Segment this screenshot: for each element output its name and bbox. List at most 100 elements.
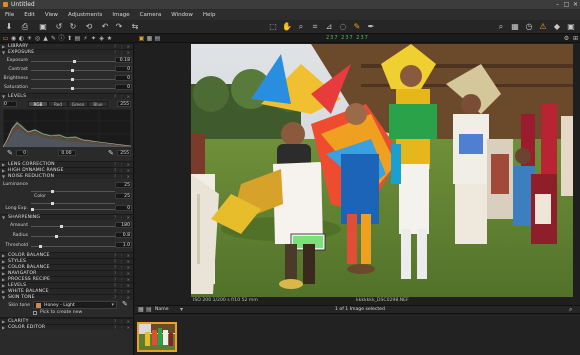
style-tab-icon[interactable]: ◈	[98, 35, 105, 42]
exposure-tab-icon[interactable]: ☀	[26, 35, 33, 42]
tab-levels-red[interactable]: Red	[48, 101, 68, 107]
section-tools-icon[interactable]: ? ⋮ ✕	[114, 174, 131, 180]
menu-adjustments[interactable]: Adjustments	[68, 12, 102, 18]
section-tools-icon[interactable]: ? ⋮ ✕	[114, 325, 131, 331]
minimize-icon[interactable]: –	[553, 1, 562, 9]
reset-icon[interactable]: ⟲	[84, 22, 94, 32]
slider-knob[interactable]	[51, 190, 54, 193]
amount-value-field[interactable]: 180	[115, 222, 132, 228]
luminance-value-field[interactable]: 25	[115, 182, 132, 188]
menu-image[interactable]: Image	[112, 12, 129, 18]
menu-edit[interactable]: Edit	[24, 12, 35, 18]
warning-icon[interactable]: ⚠	[538, 22, 548, 32]
crop-tool-icon[interactable]: ⌗	[310, 22, 320, 32]
straighten-tool-icon[interactable]: ⊿	[324, 22, 334, 32]
camera-tab-icon[interactable]: ◉	[10, 35, 17, 42]
color-noise-value-field[interactable]: 25	[115, 193, 132, 199]
favourite-tab-icon[interactable]: ★	[106, 35, 113, 42]
slider-knob[interactable]	[31, 208, 34, 211]
section-color-editor[interactable]: ▶ COLOR EDITOR ? ⋮ ✕	[0, 324, 133, 331]
levels-input-high[interactable]: 255	[117, 101, 131, 107]
threshold-slider[interactable]	[31, 245, 115, 248]
single-view-icon[interactable]: ▣	[138, 35, 145, 42]
zoom-tool-icon[interactable]: ⌕	[296, 22, 306, 32]
viewer-options-icon[interactable]: ⚙	[563, 35, 570, 42]
white-point-picker-icon[interactable]: ✎	[108, 149, 114, 157]
details-tab-icon[interactable]: ▲	[42, 35, 49, 42]
slider-knob[interactable]	[51, 202, 54, 205]
color-tab-icon[interactable]: ◐	[18, 35, 25, 42]
section-skin-tone[interactable]: ▼ SKIN TONE ? ⋮ ✕	[0, 294, 133, 300]
filmstrip-list-icon[interactable]: ▤	[146, 306, 152, 313]
brush-tool-icon[interactable]: ✎	[352, 22, 362, 32]
select-tool-icon[interactable]: ⬚	[268, 22, 278, 32]
image-viewer[interactable]: ISO 200 1/200 s f/10 52 mm kkkkkkk_DSC02…	[135, 43, 580, 305]
sort-by-select[interactable]: Name	[155, 307, 169, 312]
amount-slider[interactable]	[31, 225, 115, 228]
quick-tab-icon[interactable]: ⚡	[82, 35, 89, 42]
menu-view[interactable]: View	[45, 12, 58, 18]
slider-knob[interactable]	[55, 235, 58, 238]
print-icon[interactable]: ⎙	[20, 22, 30, 32]
menu-help[interactable]: Help	[203, 12, 216, 18]
levels-histogram[interactable]	[3, 109, 131, 147]
hand-tool-icon[interactable]: ✋	[282, 22, 292, 32]
slider-knob[interactable]	[60, 225, 63, 228]
clock-icon[interactable]: ◷	[524, 22, 534, 32]
menu-file[interactable]: File	[5, 12, 14, 18]
redo-icon[interactable]: ↷	[114, 22, 124, 32]
menu-window[interactable]: Window	[171, 12, 193, 18]
calendar-icon[interactable]: ▦	[510, 22, 520, 32]
section-tools-icon[interactable]: ? ⋮ ✕	[114, 215, 131, 221]
maximize-icon[interactable]: □	[562, 1, 571, 9]
close-icon[interactable]: ✕	[571, 1, 580, 9]
local-adjust-tab-icon[interactable]: ✎	[50, 35, 57, 42]
brightness-value-field[interactable]: 0	[115, 75, 132, 81]
save-icon[interactable]: ▣	[38, 22, 48, 32]
filmstrip-search-icon[interactable]: ⌕	[569, 306, 572, 314]
skin-picker-icon[interactable]: ✎	[122, 300, 128, 308]
library-tab-icon[interactable]: ▭	[2, 35, 9, 42]
batch-tab-icon[interactable]: ▤	[74, 35, 81, 42]
lens-tab-icon[interactable]: ◎	[34, 35, 41, 42]
black-point-picker-icon[interactable]: ✎	[7, 149, 13, 157]
undo-icon[interactable]: ↶	[100, 22, 110, 32]
levels-output-low[interactable]: 0	[16, 150, 28, 156]
sort-chevron-icon[interactable]: ▾	[180, 306, 183, 313]
long-exposure-slider[interactable]	[31, 208, 115, 211]
levels-output-high[interactable]: 255	[117, 150, 131, 156]
spot-tool-icon[interactable]: ◌	[338, 22, 348, 32]
skin-tone-preset-select[interactable]: Honey - Light ▾	[33, 301, 117, 309]
filmstrip-grid-icon[interactable]: ▦	[138, 306, 144, 313]
browser-view-icon[interactable]: ▤	[154, 35, 161, 42]
slider-knob[interactable]	[39, 245, 42, 248]
section-noise-reduction[interactable]: ▼ NOISE REDUCTION ? ⋮ ✕	[0, 173, 133, 180]
section-sharpening[interactable]: ▼ SHARPENING ? ⋮ ✕	[0, 214, 133, 221]
exposure-slider[interactable]	[31, 60, 115, 63]
tab-levels-blue[interactable]: Blue	[88, 101, 108, 107]
section-tools-icon[interactable]: ? ⋮ ✕	[114, 94, 131, 100]
search-icon[interactable]: ⌕	[496, 22, 506, 32]
luminance-slider[interactable]	[31, 190, 115, 193]
section-exposure[interactable]: ▼ EXPOSURE ? ⋮ ✕	[0, 49, 133, 55]
long-exposure-value-field[interactable]: 0	[115, 205, 132, 211]
viewer-grid-icon[interactable]: ⊞	[572, 35, 579, 42]
sharpen-tool-icon[interactable]: ◆	[552, 22, 562, 32]
compare-icon[interactable]: ⇆	[130, 22, 140, 32]
slider-knob[interactable]	[71, 69, 74, 72]
slider-knob[interactable]	[71, 78, 74, 81]
rotate-right-icon[interactable]: ↻	[68, 22, 78, 32]
camera-icon[interactable]: ▣	[566, 22, 576, 32]
slider-knob[interactable]	[71, 87, 74, 90]
contrast-value-field[interactable]: 0	[115, 66, 132, 72]
levels-input-low[interactable]: 0	[3, 101, 17, 107]
exposure-value-field[interactable]: 0.18	[115, 57, 132, 63]
tab-levels-rgb[interactable]: RGB	[28, 101, 48, 107]
saturation-value-field[interactable]: 0	[115, 84, 132, 90]
levels-midpoint[interactable]: 0.00	[58, 150, 76, 156]
tab-levels-green[interactable]: Green	[68, 101, 88, 107]
section-levels[interactable]: ▼ LEVELS ? ⋮ ✕	[0, 93, 133, 100]
slider-knob[interactable]	[73, 60, 76, 63]
pick-new-checkbox[interactable]	[33, 311, 37, 315]
photo-preview[interactable]	[191, 44, 573, 297]
